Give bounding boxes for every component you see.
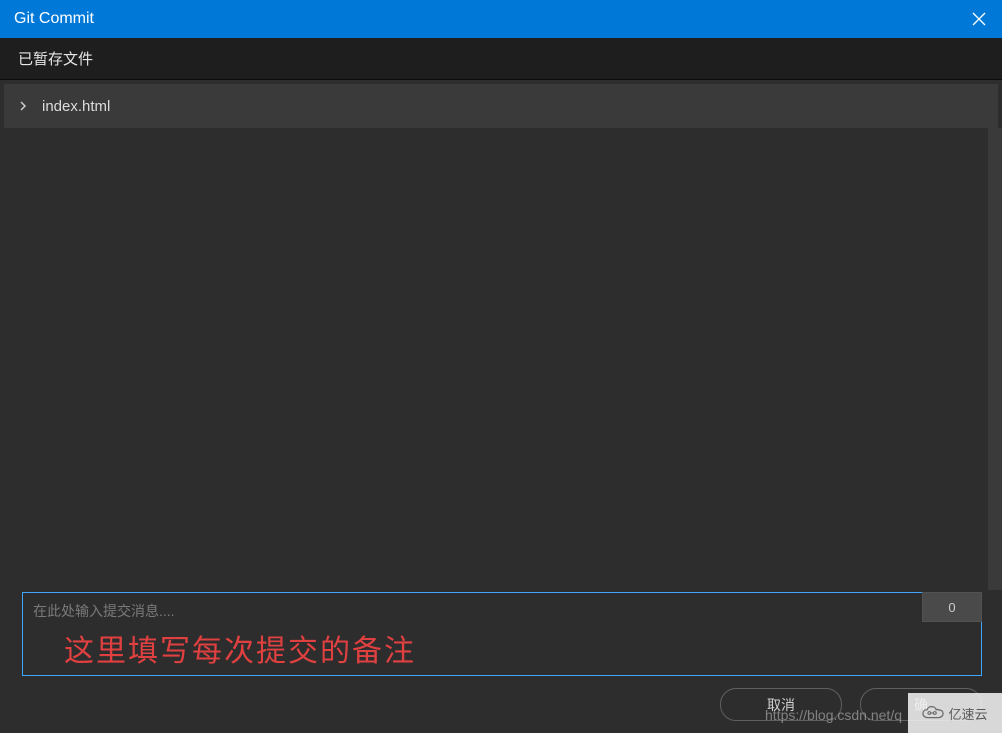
titlebar: Git Commit (0, 0, 1002, 38)
close-icon (972, 12, 986, 26)
char-count-badge: 0 (922, 592, 982, 622)
dialog-footer: 取消 确 (720, 688, 982, 721)
diff-content-area (0, 128, 1002, 590)
scrollbar[interactable] (988, 128, 1002, 590)
staged-files-header: 已暂存文件 (0, 38, 1002, 80)
staged-files-label: 已暂存文件 (18, 48, 93, 69)
cancel-button[interactable]: 取消 (720, 688, 842, 721)
confirm-button[interactable]: 确 (860, 688, 982, 721)
commit-message-container: 0 这里填写每次提交的备注 (22, 592, 982, 676)
file-row[interactable]: index.html (4, 84, 998, 128)
file-name: index.html (42, 98, 110, 115)
close-button[interactable] (956, 0, 1002, 38)
chevron-right-icon (18, 101, 28, 111)
file-list: index.html (0, 80, 1002, 128)
commit-message-input[interactable] (22, 592, 982, 676)
window-title: Git Commit (14, 10, 94, 28)
